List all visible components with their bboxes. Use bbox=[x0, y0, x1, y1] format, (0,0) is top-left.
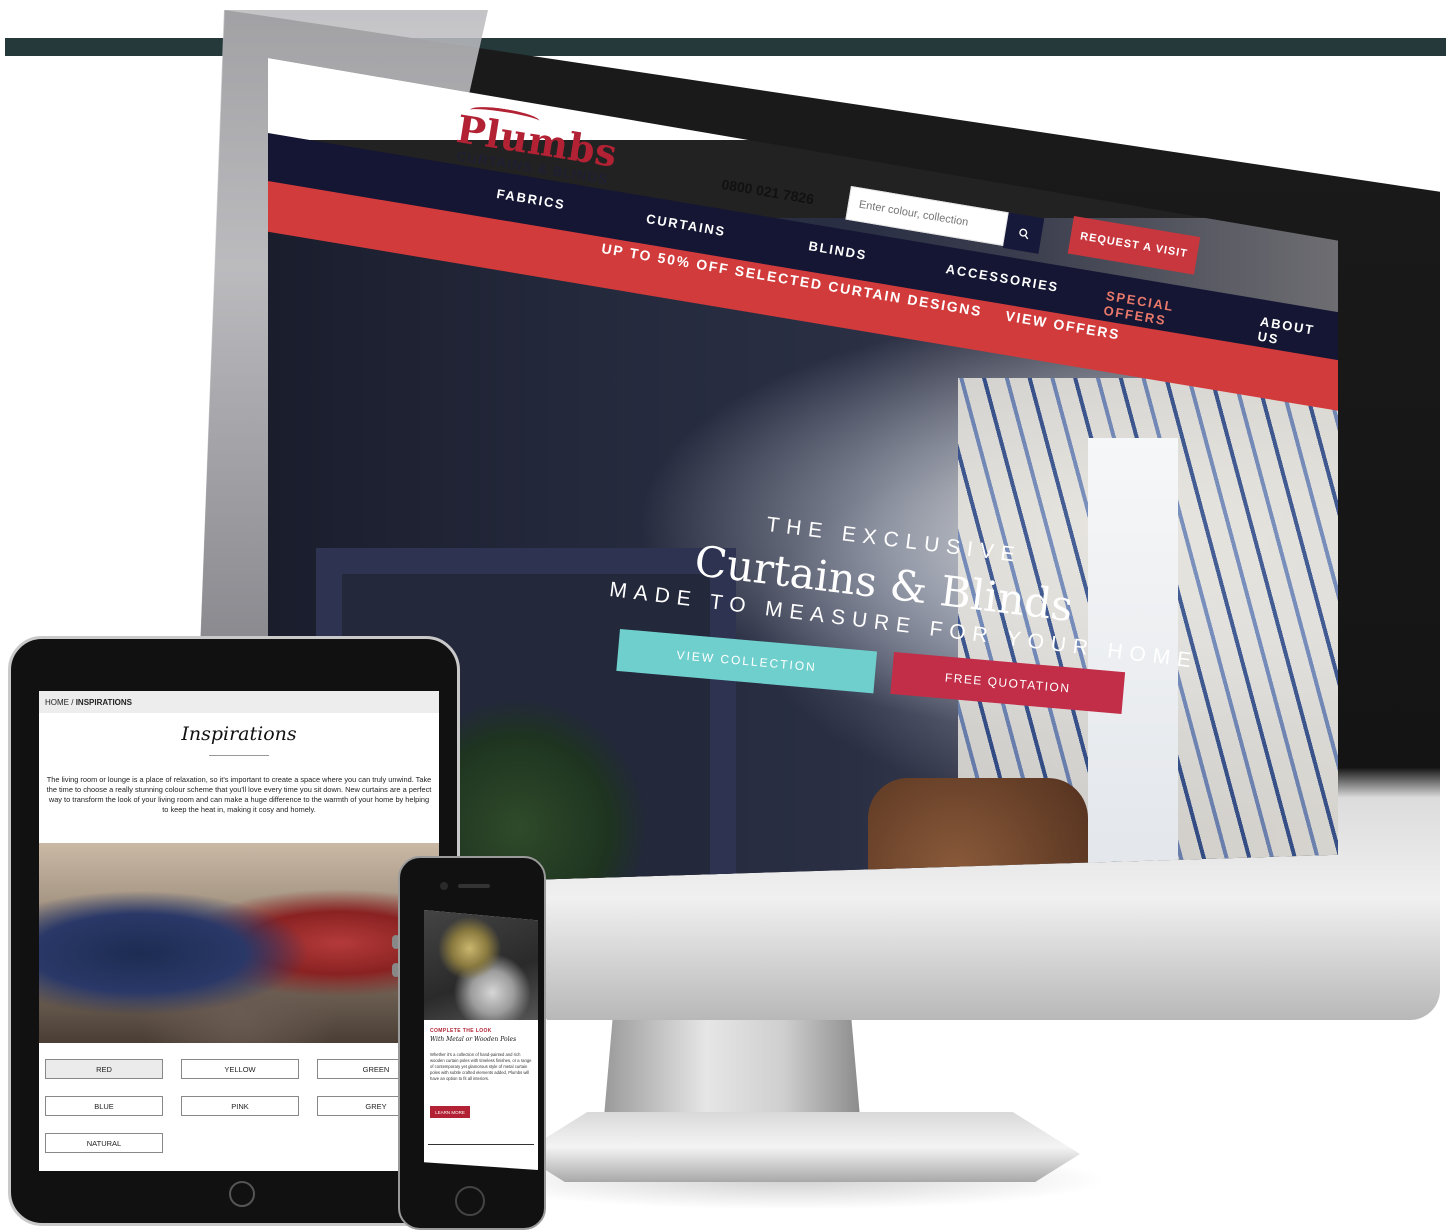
swatch-red[interactable]: RED bbox=[45, 1059, 163, 1079]
phone-speaker bbox=[458, 884, 490, 888]
phone-number[interactable]: 0800 021 7826 bbox=[720, 176, 815, 207]
tablet-device: HOME / INSPIRATIONS Inspirations The liv… bbox=[8, 636, 460, 1226]
tablet-screen: HOME / INSPIRATIONS Inspirations The liv… bbox=[39, 691, 439, 1171]
swatch-yellow[interactable]: YELLOW bbox=[181, 1059, 299, 1079]
phone-screen: COMPLETE THE LOOK With Metal or Wooden P… bbox=[424, 910, 538, 1170]
curtain-pole-photo bbox=[424, 910, 538, 1020]
swatch-blue[interactable]: BLUE bbox=[45, 1096, 163, 1116]
living-room-photo bbox=[39, 843, 439, 1043]
breadcrumb: HOME / INSPIRATIONS bbox=[39, 691, 439, 713]
search-button[interactable] bbox=[1002, 212, 1045, 254]
page-title: Inspirations bbox=[181, 723, 297, 745]
phone-home-button[interactable] bbox=[455, 1186, 485, 1216]
section-kicker: COMPLETE THE LOOK bbox=[430, 1028, 492, 1034]
swatch-natural[interactable]: NATURAL bbox=[45, 1133, 163, 1153]
title-divider bbox=[209, 755, 269, 756]
tablet-home-button[interactable] bbox=[229, 1181, 255, 1207]
intro-text: The living room or lounge is a place of … bbox=[46, 775, 432, 814]
breadcrumb-separator: / bbox=[71, 698, 74, 707]
learn-more-button[interactable]: LEARN MORE bbox=[430, 1106, 470, 1118]
swatch-pink[interactable]: PINK bbox=[181, 1096, 299, 1116]
breadcrumb-current: INSPIRATIONS bbox=[75, 698, 133, 707]
phone-camera bbox=[440, 882, 448, 890]
carousel-track[interactable] bbox=[428, 1144, 534, 1145]
section-title: With Metal or Wooden Poles bbox=[430, 1036, 517, 1043]
top-accent-bar bbox=[5, 38, 1446, 56]
section-body: Whether it's a collection of hand-painte… bbox=[430, 1052, 532, 1081]
search-icon bbox=[1018, 228, 1028, 239]
monitor-stand-base bbox=[520, 1112, 1080, 1182]
phone-device: COMPLETE THE LOOK With Metal or Wooden P… bbox=[398, 856, 546, 1230]
breadcrumb-home[interactable]: HOME bbox=[45, 698, 69, 707]
